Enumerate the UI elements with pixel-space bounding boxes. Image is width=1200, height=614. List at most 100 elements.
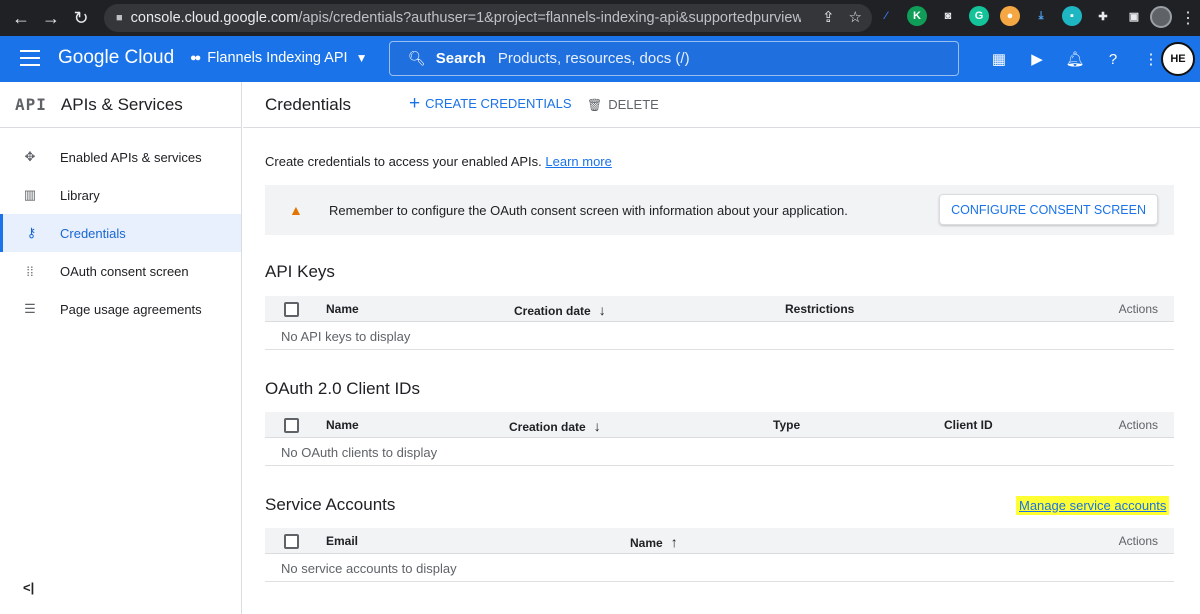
- bookmark-star-icon[interactable]: ☆: [849, 8, 862, 26]
- oauth-client-ids-title: OAuth 2.0 Client IDs: [265, 379, 420, 398]
- sidebar-nav: ✥ Enabled APIs & services ▥ Library ⚷ Cr…: [0, 138, 241, 328]
- brand-logo[interactable]: Google Cloud: [58, 47, 174, 69]
- project-name: Flannels Indexing API: [207, 50, 348, 66]
- sidebar-item-library[interactable]: ▥ Library: [0, 176, 241, 214]
- project-dots-icon: ●●: [190, 52, 201, 64]
- intro-description: Create credentials to access your enable…: [265, 154, 542, 169]
- column-header-email[interactable]: Email: [326, 534, 358, 548]
- caret-down-icon: ▼: [355, 51, 368, 65]
- address-bar[interactable]: ■ console.cloud.google.com/apis/credenti…: [104, 4, 872, 32]
- page-title: Credentials: [265, 94, 351, 114]
- api-keys-table: Name Creation date ↓ Restrictions Actions…: [265, 296, 1174, 350]
- select-all-checkbox[interactable]: [284, 302, 299, 317]
- warning-icon: ▲: [289, 202, 303, 218]
- table-header: Email Name ↑ Actions: [265, 528, 1174, 554]
- sidebar-item-oauth-consent[interactable]: ⁞⁞ OAuth consent screen: [0, 252, 241, 290]
- column-header-name[interactable]: Name: [326, 302, 359, 316]
- arrow-down-icon: ↓: [593, 418, 601, 434]
- extension-chat-icon[interactable]: ▪: [1062, 6, 1082, 26]
- network-icon: ✥: [24, 149, 36, 164]
- sidebar: API APIs & Services ✥ Enabled APIs & ser…: [0, 82, 242, 614]
- select-all-checkbox[interactable]: [284, 418, 299, 433]
- camera-icon[interactable]: ◙: [938, 6, 958, 26]
- oauth-warning-banner: ▲ Remember to configure the OAuth consen…: [265, 185, 1174, 235]
- cloud-shell-icon[interactable]: ▶: [1018, 48, 1056, 70]
- trash-icon: 🗑︎: [587, 97, 603, 112]
- delete-label: DELETE: [608, 97, 659, 112]
- column-header-creation-date[interactable]: Creation date ↓: [509, 418, 601, 434]
- column-header-name[interactable]: Name: [326, 418, 359, 432]
- forward-arrow-icon[interactable]: →: [36, 3, 66, 33]
- back-arrow-icon[interactable]: ←: [6, 3, 36, 33]
- column-header-label: Name: [630, 536, 663, 550]
- search-label: Search: [435, 50, 486, 67]
- reload-icon[interactable]: ↻: [66, 3, 96, 33]
- empty-state-row: No API keys to display: [265, 322, 1174, 350]
- service-accounts-title: Service Accounts: [265, 495, 396, 514]
- kebab-menu-icon[interactable]: ⋮: [1180, 8, 1196, 28]
- help-icon[interactable]: ?: [1094, 48, 1132, 70]
- extensions-bar: ⁄ K ◙ G ● ⤓ ▪ ✚ ▣: [876, 6, 1144, 26]
- column-header-creation-date[interactable]: Creation date ↓: [514, 302, 606, 318]
- configure-consent-screen-button[interactable]: CONFIGURE CONSENT SCREEN: [939, 194, 1158, 225]
- gift-icon[interactable]: ▦: [980, 48, 1018, 70]
- table-header: Name Creation date ↓ Restrictions Actions: [265, 296, 1174, 322]
- key-icon: ⚷: [26, 225, 37, 240]
- learn-more-link[interactable]: Learn more: [545, 154, 611, 169]
- column-header-label: Creation date: [514, 304, 591, 318]
- oauth-clients-table: Name Creation date ↓ Type Client ID Actio…: [265, 412, 1174, 466]
- sidebar-item-enabled-apis[interactable]: ✥ Enabled APIs & services: [0, 138, 241, 176]
- collapse-sidebar-icon[interactable]: <|: [23, 580, 34, 595]
- sidebar-item-label: Page usage agreements: [60, 301, 202, 317]
- download-icon[interactable]: ⤓: [1031, 6, 1051, 26]
- sidebar-item-page-usage[interactable]: ☰ Page usage agreements: [0, 290, 241, 328]
- manage-link-label: Manage service accounts: [1019, 498, 1167, 513]
- create-credentials-label: CREATE CREDENTIALS: [425, 96, 572, 111]
- account-avatar[interactable]: HE: [1161, 42, 1195, 76]
- banner-message: Remember to configure the OAuth consent …: [329, 202, 848, 218]
- notifications-bell-icon[interactable]: 🔔︎: [1056, 48, 1094, 70]
- plus-icon: +: [409, 92, 421, 114]
- url-host: console.cloud.google.com: [130, 10, 299, 26]
- cloud-header: Google Cloud ●● Flannels Indexing API ▼ …: [0, 36, 1200, 82]
- action-bar: Credentials + CREATE CREDENTIALS 🗑︎ DELE…: [243, 82, 1200, 128]
- extension-k-icon[interactable]: K: [907, 6, 927, 26]
- sidebar-title: APIs & Services: [60, 94, 183, 114]
- column-header-client-id[interactable]: Client ID: [944, 418, 993, 432]
- search-input[interactable]: 🔍︎ Search Products, resources, docs (/): [389, 41, 959, 76]
- main-content: Credentials + CREATE CREDENTIALS 🗑︎ DELE…: [243, 82, 1200, 614]
- profile-avatar[interactable]: [1150, 6, 1172, 28]
- hamburger-menu-icon[interactable]: [20, 50, 40, 71]
- side-panel-icon[interactable]: ▣: [1124, 6, 1144, 26]
- column-header-actions: Actions: [1118, 418, 1158, 432]
- column-header-type[interactable]: Type: [773, 418, 800, 432]
- grammarly-icon[interactable]: G: [969, 6, 989, 26]
- browser-toolbar: ← → ↻ ■ console.cloud.google.com/apis/cr…: [0, 0, 1200, 36]
- extension-ribbon-icon[interactable]: ⁄: [876, 6, 896, 26]
- column-header-actions: Actions: [1118, 534, 1158, 548]
- intro-text: Create credentials to access your enable…: [265, 154, 612, 169]
- delete-button[interactable]: 🗑︎ DELETE: [587, 97, 659, 112]
- library-icon: ▥: [23, 187, 37, 202]
- sidebar-item-credentials[interactable]: ⚷ Credentials: [0, 214, 241, 252]
- table-header: Name Creation date ↓ Type Client ID Actio…: [265, 412, 1174, 438]
- sidebar-item-label: Library: [60, 187, 100, 203]
- project-selector[interactable]: ●● Flannels Indexing API ▼: [190, 50, 367, 66]
- column-header-name[interactable]: Name ↑: [630, 534, 678, 550]
- sidebar-item-label: Credentials: [60, 225, 126, 241]
- share-icon[interactable]: ⇪: [822, 8, 835, 26]
- empty-state-row: No OAuth clients to display: [265, 438, 1174, 466]
- puzzle-extensions-icon[interactable]: ✚: [1093, 6, 1113, 26]
- service-accounts-table: Email Name ↑ Actions No service accounts …: [265, 528, 1174, 582]
- select-all-checkbox[interactable]: [284, 534, 299, 549]
- column-header-label: Creation date: [509, 420, 586, 434]
- url-path: /apis/credentials?authuser=1&project=fla…: [298, 10, 801, 26]
- lock-icon: ■: [116, 12, 123, 24]
- sidebar-item-label: OAuth consent screen: [60, 263, 189, 279]
- manage-service-accounts-link[interactable]: Manage service accounts: [1016, 496, 1170, 515]
- dots-grid-icon: ⁞⁞: [26, 263, 34, 279]
- extension-face-icon[interactable]: ●: [1000, 6, 1020, 26]
- create-credentials-button[interactable]: + CREATE CREDENTIALS: [409, 92, 572, 114]
- address-url: console.cloud.google.com/apis/credential…: [131, 10, 801, 26]
- arrow-up-icon: ↑: [670, 534, 678, 550]
